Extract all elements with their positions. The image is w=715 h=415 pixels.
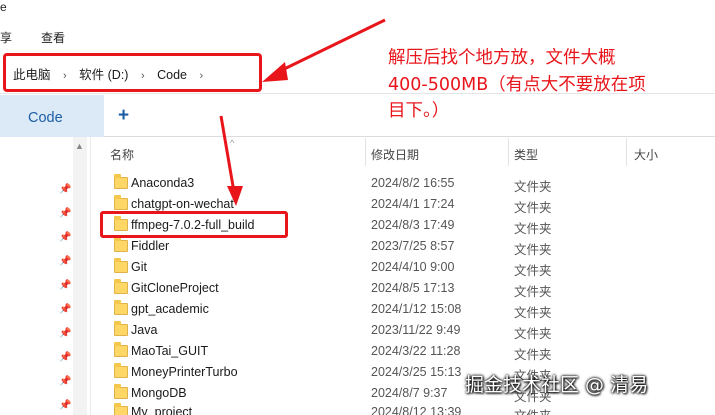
annotation-line: 解压后找个地方放，文件大概 bbox=[388, 48, 616, 68]
arrow-to-folder bbox=[219, 115, 236, 193]
annotation-line: 400-500MB（有点大不要放在项 bbox=[388, 74, 646, 95]
arrowhead-folder bbox=[227, 186, 243, 206]
arrowhead-address bbox=[262, 62, 288, 82]
arrow-to-address bbox=[277, 18, 386, 74]
watermark: 掘金技术社区 @ 清易 bbox=[465, 374, 649, 396]
annotation-note: 解压后找个地方放，文件大概 400-500MB（有点大不要放在项 目下。） bbox=[388, 45, 708, 125]
annotation-line: 目下。） bbox=[388, 101, 450, 121]
